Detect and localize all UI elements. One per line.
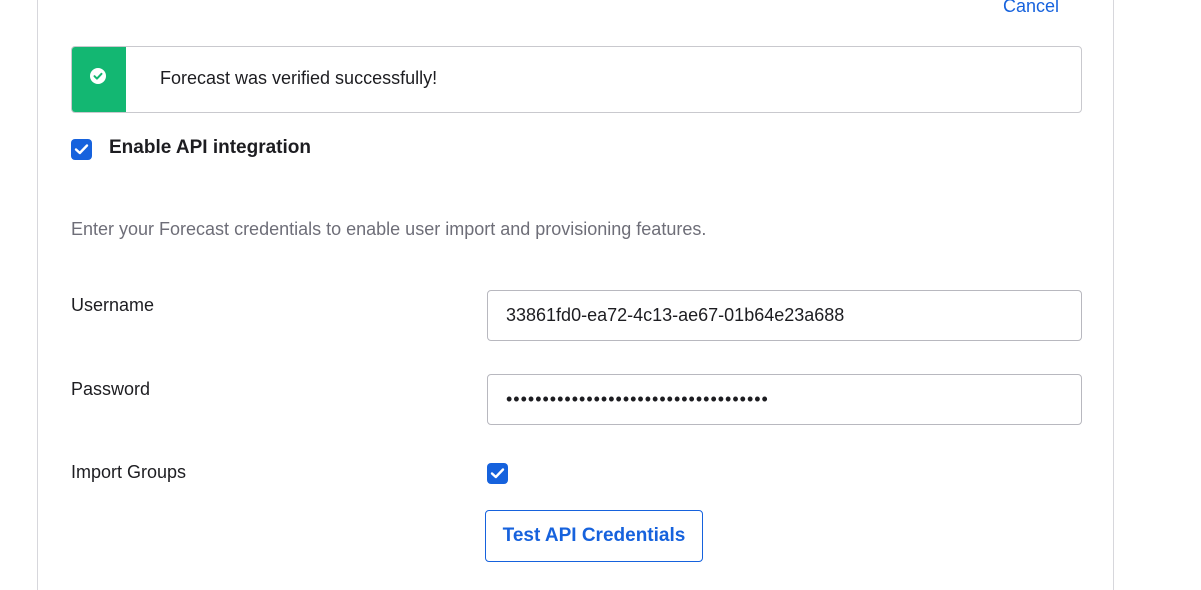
credentials-description: Enter your Forecast credentials to enabl…	[71, 219, 707, 239]
password-input[interactable]	[487, 374, 1082, 425]
username-label: Username	[71, 295, 155, 315]
username-input[interactable]	[487, 290, 1082, 341]
enable-api-label: Enable API integration	[109, 137, 311, 158]
check-circle-icon	[90, 68, 106, 84]
import-groups-checkbox[interactable]	[487, 463, 508, 484]
enable-api-checkbox[interactable]	[71, 139, 92, 160]
checkmark-icon	[74, 144, 89, 155]
checkmark-icon	[490, 468, 505, 479]
import-groups-label: Import Groups	[71, 462, 187, 482]
cancel-link[interactable]: Cancel	[1003, 0, 1059, 17]
success-stripe	[72, 47, 126, 112]
password-label: Password	[71, 379, 151, 399]
success-banner: Forecast was verified successfully!	[71, 46, 1082, 113]
success-message: Forecast was verified successfully!	[160, 68, 438, 88]
test-api-credentials-button[interactable]: Test API Credentials	[485, 510, 703, 562]
